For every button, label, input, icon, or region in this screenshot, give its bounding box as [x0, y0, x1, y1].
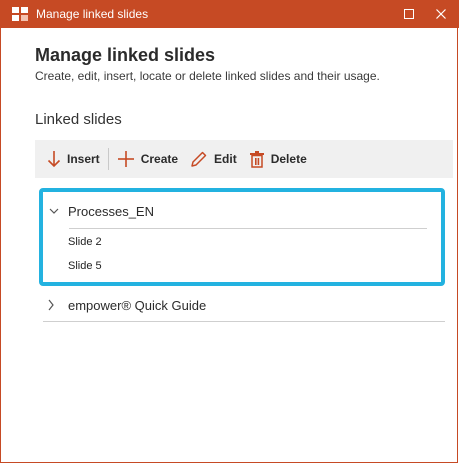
manage-linked-slides-window: Manage linked slides Manage linked slide… — [0, 0, 459, 463]
app-icon — [12, 7, 28, 21]
linked-slides-group-processes-en[interactable]: Processes_EN Slide 2 Slide 5 — [39, 188, 445, 286]
create-button[interactable]: Create — [111, 144, 184, 174]
close-button[interactable] — [431, 4, 451, 24]
delete-label: Delete — [270, 152, 307, 166]
page-title: Manage linked slides — [35, 45, 216, 65]
slide-item[interactable]: Slide 2 — [68, 236, 102, 248]
linked-slides-group-empower-quick-guide[interactable]: empower® Quick Guide — [43, 294, 445, 322]
group-name: Processes_EN — [68, 204, 154, 219]
slide-item[interactable]: Slide 5 — [68, 260, 102, 272]
group-name: empower® Quick Guide — [68, 298, 207, 313]
trash-icon — [249, 151, 264, 168]
arrow-down-icon — [47, 151, 61, 168]
insert-label: Insert — [67, 152, 100, 166]
window-title: Manage linked slides — [36, 7, 149, 21]
delete-button[interactable]: Delete — [243, 144, 313, 174]
group-header[interactable]: Processes_EN — [43, 200, 441, 224]
insert-button[interactable]: Insert — [41, 144, 106, 174]
chevron-down-icon[interactable] — [49, 207, 59, 215]
edit-label: Edit — [214, 152, 237, 166]
chevron-right-icon[interactable] — [47, 299, 55, 311]
maximize-icon — [404, 9, 414, 19]
plus-icon — [117, 151, 134, 167]
section-title-linked-slides: Linked slides — [35, 111, 122, 128]
toolbar: Insert Create Edit Delete — [35, 140, 453, 178]
close-icon — [436, 9, 446, 19]
page-subtitle: Create, edit, insert, locate or delete l… — [35, 69, 380, 83]
create-label: Create — [140, 152, 179, 166]
title-bar[interactable]: Manage linked slides — [1, 0, 459, 28]
group-divider — [69, 228, 427, 229]
edit-button[interactable]: Edit — [184, 144, 243, 174]
toolbar-separator — [107, 148, 109, 170]
pencil-icon — [191, 151, 207, 167]
maximize-button[interactable] — [399, 4, 419, 24]
